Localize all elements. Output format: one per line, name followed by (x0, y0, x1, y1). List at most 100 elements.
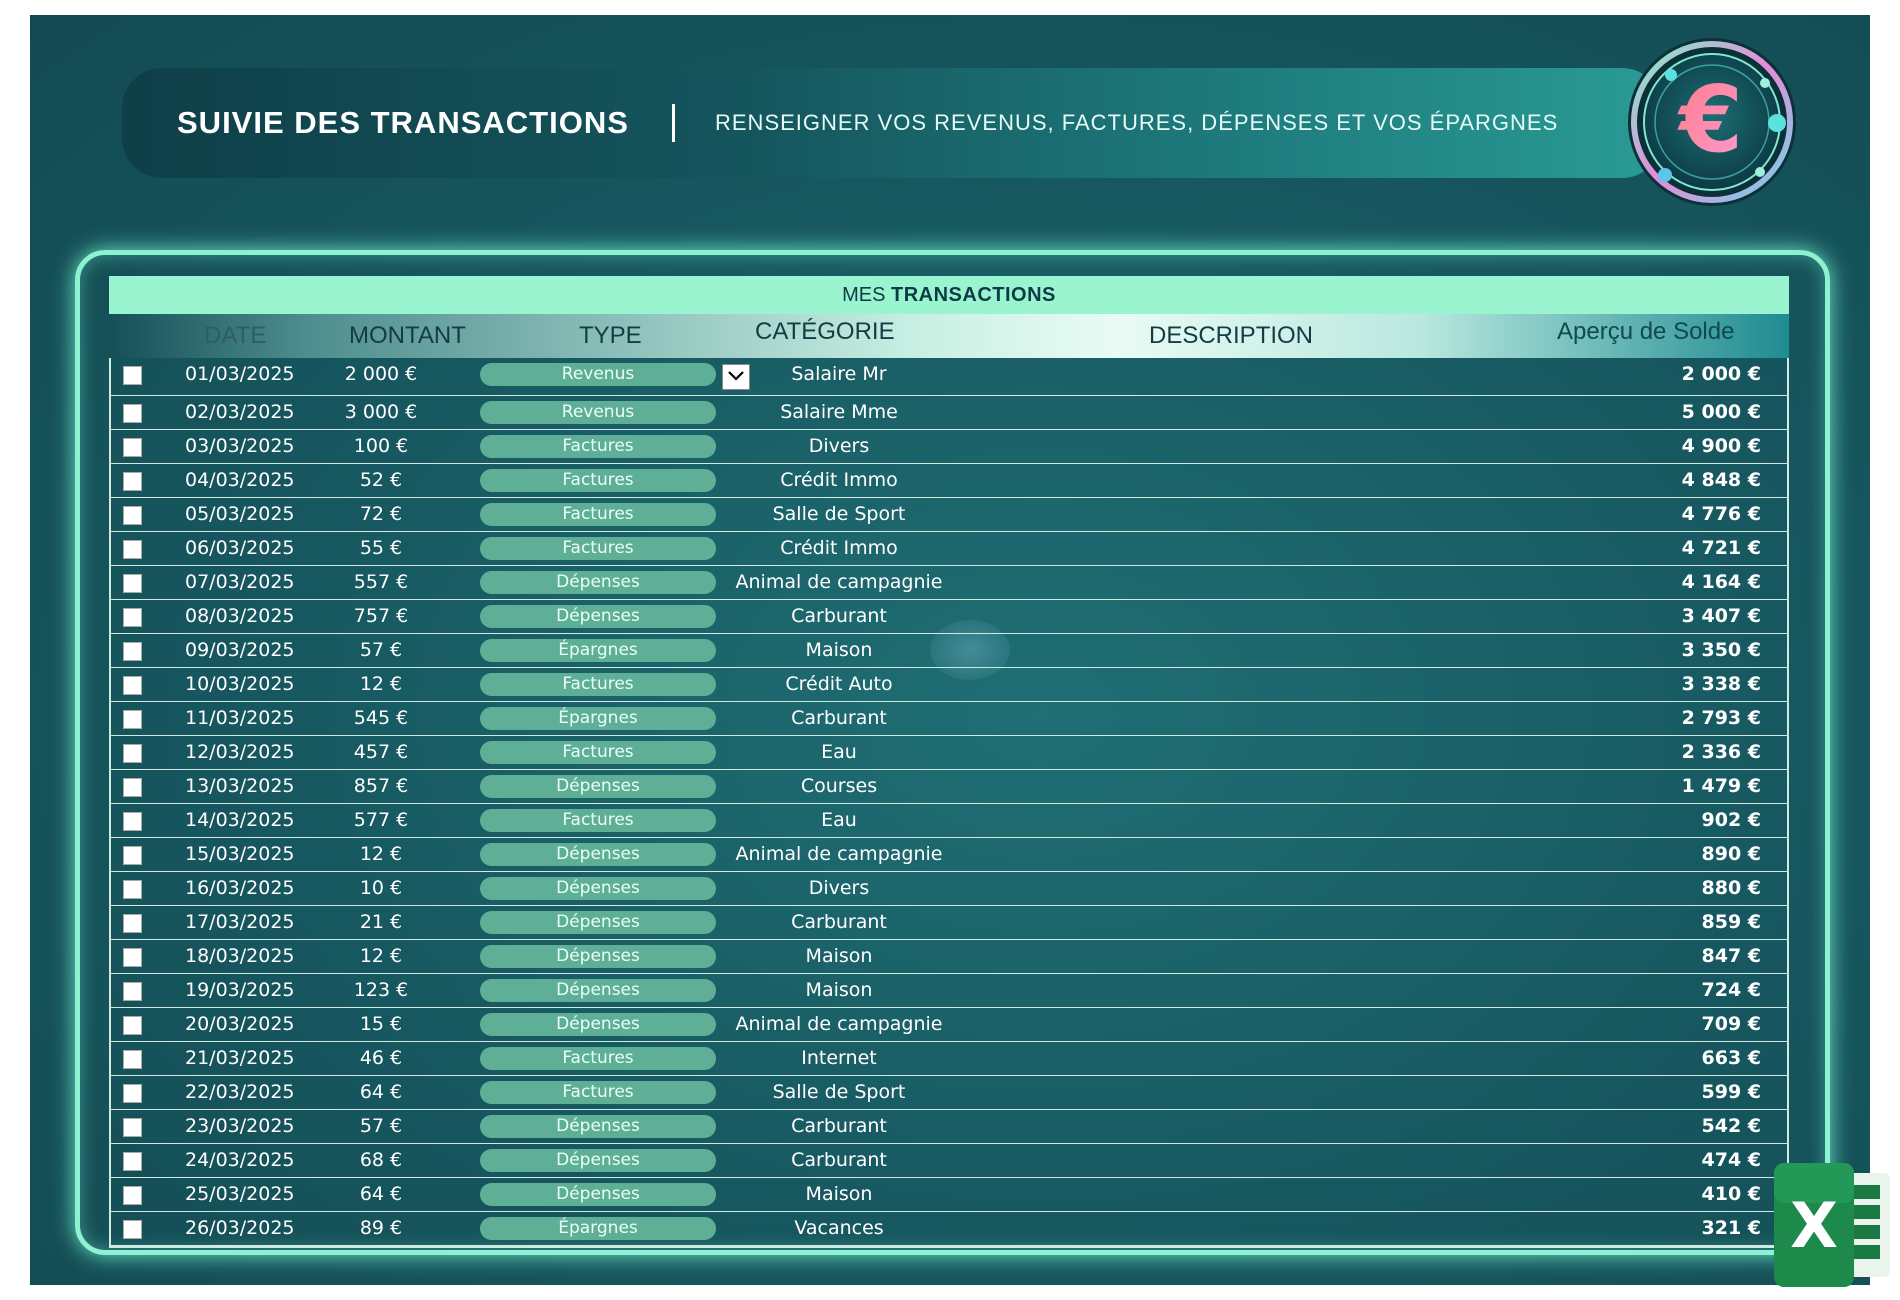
cell-amount: 57 € (359, 639, 403, 661)
table-title-prefix: MES (842, 284, 886, 306)
cell-balance: 542 € (1701, 1115, 1762, 1137)
cell-category: Eau (821, 809, 857, 831)
cell-category: Carburant (791, 605, 887, 627)
cell-category: Carburant (791, 911, 887, 933)
cell-category: Carburant (791, 1149, 887, 1171)
table-row: 07/03/2025 557 € Dépenses Animal de campagn… (111, 566, 1787, 600)
cell-date: 02/03/2025 (185, 401, 295, 423)
type-badge[interactable]: Factures (480, 809, 716, 832)
row-checkbox[interactable] (123, 574, 142, 593)
cell-balance: 321 € (1701, 1217, 1762, 1239)
cell-category: Animal de campagnie (735, 843, 943, 865)
cell-date: 23/03/2025 (185, 1115, 295, 1137)
row-checkbox[interactable] (123, 1220, 142, 1239)
cell-balance: 2 336 € (1681, 741, 1761, 763)
type-badge[interactable]: Épargnes (480, 639, 716, 662)
cell-date: 22/03/2025 (185, 1081, 295, 1103)
row-checkbox[interactable] (123, 880, 142, 899)
cell-category: Maison (805, 639, 873, 661)
row-checkbox[interactable] (123, 982, 142, 1001)
table-row: 02/03/2025 3 000 € Revenus Salaire Mme 5 000… (111, 396, 1787, 430)
svg-text:€: € (1677, 66, 1743, 173)
type-badge[interactable]: Dépenses (480, 571, 716, 594)
cell-date: 13/03/2025 (185, 775, 295, 797)
row-checkbox[interactable] (123, 710, 142, 729)
type-badge[interactable]: Dépenses (480, 605, 716, 628)
row-checkbox[interactable] (123, 778, 142, 797)
cell-balance: 599 € (1701, 1081, 1762, 1103)
type-badge[interactable]: Factures (480, 435, 716, 458)
type-badge[interactable]: Factures (480, 503, 716, 526)
row-checkbox[interactable] (123, 1118, 142, 1137)
type-badge[interactable]: Dépenses (480, 979, 716, 1002)
cell-balance: 847 € (1701, 945, 1762, 967)
cell-date: 10/03/2025 (185, 673, 295, 695)
table-row: 25/03/2025 64 € Dépenses Maison 410 € (111, 1178, 1787, 1212)
cell-amount: 72 € (359, 503, 403, 525)
cell-date: 12/03/2025 (185, 741, 295, 763)
cell-category: Maison (805, 1183, 873, 1205)
row-checkbox[interactable] (123, 540, 142, 559)
table-row: 11/03/2025 545 € Épargnes Carburant 2 793 € (111, 702, 1787, 736)
row-checkbox[interactable] (123, 914, 142, 933)
type-badge[interactable]: Factures (480, 1047, 716, 1070)
type-badge[interactable]: Dépenses (480, 911, 716, 934)
row-checkbox[interactable] (123, 404, 142, 423)
type-badge[interactable]: Dépenses (480, 1013, 716, 1036)
type-badge[interactable]: Factures (480, 741, 716, 764)
type-badge[interactable]: Dépenses (480, 775, 716, 798)
type-badge[interactable]: Dépenses (480, 843, 716, 866)
table-row: 18/03/2025 12 € Dépenses Maison 847 € (111, 940, 1787, 974)
type-badge[interactable]: Factures (480, 1081, 716, 1104)
type-badge[interactable]: Dépenses (480, 1183, 716, 1206)
row-checkbox[interactable] (123, 1050, 142, 1069)
row-checkbox[interactable] (123, 812, 142, 831)
row-checkbox[interactable] (123, 642, 142, 661)
cell-amount: 123 € (353, 979, 409, 1001)
row-checkbox[interactable] (123, 1016, 142, 1035)
type-badge[interactable]: Épargnes (480, 707, 716, 730)
type-badge[interactable]: Factures (480, 469, 716, 492)
type-badge[interactable]: Épargnes (480, 1217, 716, 1240)
type-badge[interactable]: Factures (480, 537, 716, 560)
cell-category: Crédit Immo (780, 537, 898, 559)
row-checkbox[interactable] (123, 472, 142, 491)
type-badge[interactable]: Dépenses (480, 945, 716, 968)
type-badge[interactable]: Revenus (480, 401, 716, 424)
cell-category: Internet (801, 1047, 877, 1069)
cell-balance: 663 € (1701, 1047, 1762, 1069)
type-badge[interactable]: Dépenses (480, 1115, 716, 1138)
type-badge[interactable]: Dépenses (480, 877, 716, 900)
cell-balance: 859 € (1701, 911, 1762, 933)
cell-date: 07/03/2025 (185, 571, 295, 593)
cell-category: Crédit Auto (785, 673, 893, 695)
row-checkbox[interactable] (123, 438, 142, 457)
table-row: 01/03/2025 2 000 € Revenus Salaire Mr 2 000 … (111, 358, 1787, 396)
row-checkbox[interactable] (123, 608, 142, 627)
row-checkbox[interactable] (123, 846, 142, 865)
row-checkbox[interactable] (123, 366, 142, 385)
cell-balance: 880 € (1701, 877, 1762, 899)
cell-category: Carburant (791, 707, 887, 729)
cell-amount: 64 € (359, 1183, 403, 1205)
cell-date: 15/03/2025 (185, 843, 295, 865)
row-checkbox[interactable] (123, 1152, 142, 1171)
row-checkbox[interactable] (123, 744, 142, 763)
row-checkbox[interactable] (123, 1084, 142, 1103)
cell-balance: 902 € (1701, 809, 1762, 831)
row-checkbox[interactable] (123, 948, 142, 967)
title-divider (672, 104, 675, 142)
type-badge[interactable]: Revenus (480, 363, 716, 386)
row-checkbox[interactable] (123, 506, 142, 525)
cell-date: 06/03/2025 (185, 537, 295, 559)
table-row: 06/03/2025 55 € Factures Crédit Immo 4 721 € (111, 532, 1787, 566)
cell-balance: 474 € (1701, 1149, 1762, 1171)
type-badge[interactable]: Dépenses (480, 1149, 716, 1172)
cell-amount: 55 € (359, 537, 403, 559)
chevron-down-icon[interactable] (722, 364, 750, 390)
cell-category: Salle de Sport (772, 1081, 906, 1103)
row-checkbox[interactable] (123, 1186, 142, 1205)
excel-icon: X (1774, 1163, 1890, 1287)
type-badge[interactable]: Factures (480, 673, 716, 696)
row-checkbox[interactable] (123, 676, 142, 695)
